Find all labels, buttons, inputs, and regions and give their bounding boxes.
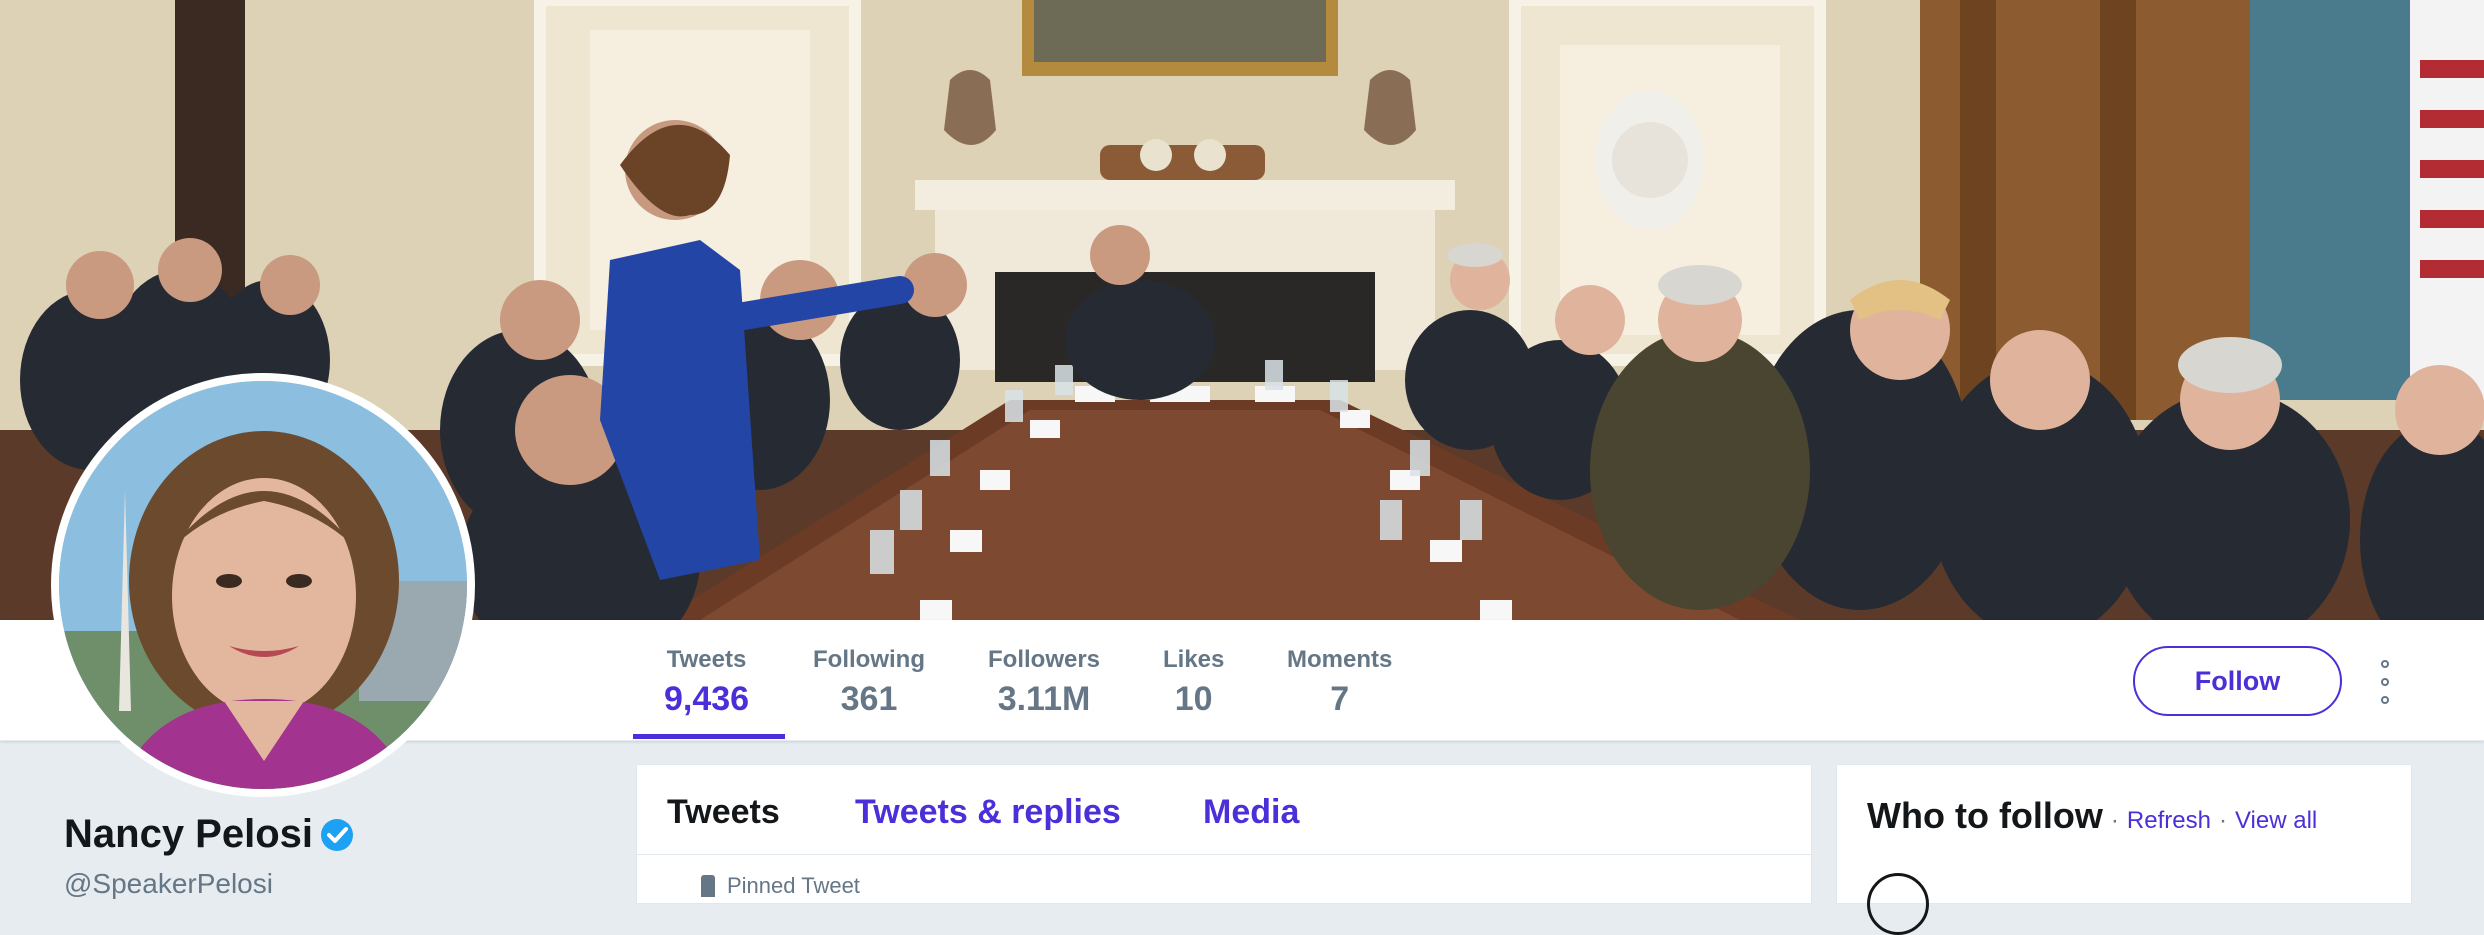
separator-dot: · [2218, 807, 2227, 834]
stat-label: Following [813, 646, 925, 673]
stat-value: 7 [1330, 680, 1350, 718]
who-to-follow-card: Who to follow · Refresh · View all [1836, 764, 2412, 935]
who-to-follow-header: Who to follow · Refresh · View all [1867, 795, 2317, 837]
stat-following[interactable]: Following 361 [813, 646, 925, 720]
stat-moments[interactable]: Moments 7 [1287, 646, 1392, 720]
tab-tweets[interactable]: Tweets [667, 793, 780, 832]
stat-tweets[interactable]: Tweets 9,436 [664, 646, 749, 720]
profile-name: Nancy Pelosi [64, 812, 355, 857]
stat-likes[interactable]: Likes 10 [1163, 646, 1224, 720]
pin-icon [701, 875, 715, 897]
active-stat-indicator [633, 734, 785, 739]
stat-value: 10 [1174, 680, 1213, 718]
stat-label: Moments [1287, 646, 1393, 673]
suggested-user-avatar[interactable] [1867, 873, 1929, 935]
refresh-link[interactable]: Refresh [2127, 807, 2211, 835]
profile-name-text: Nancy Pelosi [64, 812, 314, 856]
stat-label: Followers [988, 646, 1101, 673]
more-vertical-icon[interactable] [2370, 660, 2400, 704]
avatar-image [59, 381, 467, 789]
stat-label: Tweets [666, 646, 747, 673]
more-dot [2381, 660, 2389, 668]
tab-media[interactable]: Media [1203, 793, 1299, 832]
separator-dot: · [2110, 807, 2119, 834]
stat-value: 9,436 [664, 680, 750, 718]
timeline-card: Tweets Tweets & replies Media Pinned Twe… [636, 764, 1812, 904]
profile-handle[interactable]: @SpeakerPelosi [64, 868, 273, 900]
more-dot [2381, 678, 2389, 686]
pinned-label: Pinned Tweet [727, 873, 860, 898]
view-all-link[interactable]: View all [2235, 807, 2317, 835]
stat-value: 3.11M [997, 680, 1091, 718]
follow-button[interactable]: Follow [2133, 646, 2342, 716]
verified-badge-icon [321, 818, 354, 851]
stat-label: Likes [1163, 646, 1225, 673]
stat-value: 361 [840, 680, 898, 718]
tab-tweets-and-replies[interactable]: Tweets & replies [855, 793, 1121, 832]
pinned-tweet-row: Pinned Tweet [701, 873, 860, 899]
timeline-tabs: Tweets Tweets & replies Media [637, 765, 1811, 855]
more-dot [2381, 696, 2389, 704]
stat-followers[interactable]: Followers 3.11M [988, 646, 1100, 720]
who-to-follow-title: Who to follow [1867, 795, 2103, 836]
avatar[interactable] [51, 373, 475, 797]
